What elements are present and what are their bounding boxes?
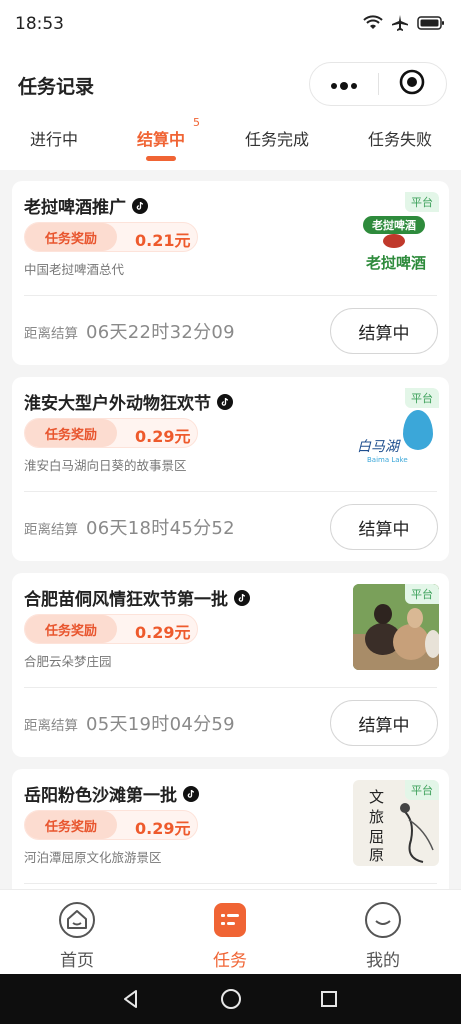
- douyin-icon: [183, 785, 199, 802]
- task-thumbnail: 白马湖 Baima Lake 平台: [353, 388, 439, 474]
- task-thumbnail: 老挝啤酒 老挝啤酒 平台: [353, 192, 439, 278]
- task-icon: [210, 900, 250, 940]
- airplane-icon: [391, 14, 409, 36]
- countdown-value: 06天22时32分09: [86, 322, 235, 343]
- settling-status-button[interactable]: 结算中: [330, 308, 438, 354]
- countdown-label: 距离结算: [24, 718, 78, 734]
- system-navigation-bar: [0, 974, 461, 1024]
- task-card[interactable]: 淮安大型户外动物狂欢节 任务奖励 0.29元 淮安白马湖向日葵的故事景区 白马湖…: [12, 377, 449, 561]
- battery-icon: [417, 15, 445, 35]
- countdown-value: 06天18时45分52: [86, 518, 235, 539]
- task-title: 淮安大型户外动物狂欢节: [24, 389, 233, 414]
- reward-amount: 0.21元: [135, 231, 191, 250]
- wifi-icon: [363, 15, 383, 35]
- platform-badge: 平台: [405, 780, 439, 800]
- active-tab-indicator: [146, 156, 176, 161]
- card-divider: [24, 295, 437, 296]
- platform-badge: 平台: [405, 192, 439, 212]
- platform-badge: 平台: [405, 584, 439, 604]
- task-title: 老挝啤酒推广: [24, 193, 148, 218]
- task-card[interactable]: 岳阳粉色沙滩第一批 任务奖励 0.29元 河泊潭屈原文化旅游景区 文 旅 屈 原…: [12, 769, 449, 889]
- lake-logo-text: 白马湖: [357, 439, 399, 455]
- reward-pill: 任务奖励 0.29元: [24, 614, 198, 644]
- bottom-navigation: 首页 任务 我的: [0, 889, 461, 974]
- reward-label: 任务奖励: [25, 615, 117, 643]
- task-card[interactable]: 老挝啤酒推广 任务奖励 0.21元 中国老挝啤酒总代 老挝啤酒 老挝啤酒 平台 …: [12, 181, 449, 365]
- nav-tasks-label: 任务: [213, 951, 247, 971]
- beer-logo-emblem: [383, 234, 405, 248]
- home-icon: [57, 900, 97, 940]
- status-bar: 18:53: [0, 0, 461, 50]
- target-icon: [399, 69, 425, 99]
- merchant-name: 河泊潭屈原文化旅游景区: [24, 850, 162, 865]
- platform-badge: 平台: [405, 388, 439, 408]
- reward-label: 任务奖励: [25, 223, 117, 251]
- douyin-icon: [234, 589, 250, 606]
- task-card[interactable]: 合肥苗侗风情狂欢节第一批 任务奖励 0.29元 合肥云朵梦庄园 平台 距离结算 …: [12, 573, 449, 757]
- more-dots-icon: [330, 75, 358, 94]
- card-divider: [24, 883, 437, 884]
- home-circle-icon[interactable]: [219, 987, 243, 1011]
- more-button[interactable]: [310, 63, 378, 105]
- top-area: 18:53 任务记录 进行中 结算中 5 任务完成 任务失败: [0, 0, 461, 170]
- reward-label: 任务奖励: [25, 811, 117, 839]
- douyin-icon: [132, 197, 148, 214]
- beer-logo-text: 老挝啤酒: [365, 254, 426, 272]
- tab-failed[interactable]: 任务失败: [368, 126, 432, 150]
- countdown-label: 距离结算: [24, 326, 78, 342]
- nav-profile-label: 我的: [366, 951, 400, 971]
- task-thumbnail: 平台: [353, 584, 439, 670]
- status-time: 18:53: [15, 14, 64, 34]
- settlement-countdown: 距离结算 06天22时32分09: [24, 318, 235, 344]
- tab-settling[interactable]: 结算中: [137, 126, 185, 150]
- nav-tasks[interactable]: 任务: [180, 900, 280, 971]
- tab-in-progress[interactable]: 进行中: [30, 126, 78, 150]
- task-title: 岳阳粉色沙滩第一批: [24, 781, 199, 806]
- title-bar: 任务记录: [0, 60, 461, 110]
- tab-completed[interactable]: 任务完成: [245, 126, 309, 150]
- reward-amount: 0.29元: [135, 623, 191, 642]
- countdown-value: 05天19时04分59: [86, 714, 235, 735]
- countdown-label: 距离结算: [24, 522, 78, 538]
- nav-home-label: 首页: [60, 951, 94, 971]
- close-miniprogram-button[interactable]: [379, 63, 447, 105]
- tab-bar: 进行中 结算中 5 任务完成 任务失败: [0, 116, 461, 170]
- douyin-icon: [217, 393, 233, 410]
- merchant-name: 中国老挝啤酒总代: [24, 262, 125, 277]
- profile-icon: [363, 900, 403, 940]
- nav-home[interactable]: 首页: [27, 900, 127, 971]
- reward-amount: 0.29元: [135, 427, 191, 446]
- reward-label: 任务奖励: [25, 419, 117, 447]
- settling-status-button[interactable]: 结算中: [330, 504, 438, 550]
- water-drop-logo: [403, 410, 433, 450]
- settling-status-button[interactable]: 结算中: [330, 700, 438, 746]
- reward-amount: 0.29元: [135, 819, 191, 838]
- reward-pill: 任务奖励 0.29元: [24, 810, 198, 840]
- beer-logo-banner: 老挝啤酒: [363, 216, 425, 234]
- reward-pill: 任务奖励 0.29元: [24, 418, 198, 448]
- card-divider: [24, 687, 437, 688]
- task-title: 合肥苗侗风情狂欢节第一批: [24, 585, 250, 610]
- settlement-countdown: 距离结算 05天19时04分59: [24, 710, 235, 736]
- status-icons: [363, 14, 445, 36]
- page-title: 任务记录: [18, 76, 95, 98]
- recents-icon[interactable]: [317, 987, 341, 1011]
- card-divider: [24, 491, 437, 492]
- merchant-name: 淮安白马湖向日葵的故事景区: [24, 458, 187, 473]
- merchant-name: 合肥云朵梦庄园: [24, 654, 112, 669]
- reward-pill: 任务奖励 0.21元: [24, 222, 198, 252]
- task-thumbnail: 文 旅 屈 原 平台: [353, 780, 439, 866]
- nav-profile[interactable]: 我的: [333, 900, 433, 971]
- mini-program-capsule: [309, 62, 447, 106]
- tab-settling-count-badge: 5: [193, 116, 200, 129]
- back-icon[interactable]: [119, 987, 143, 1011]
- lake-logo-subtext: Baima Lake: [367, 456, 408, 464]
- settlement-countdown: 距离结算 06天18时45分52: [24, 514, 235, 540]
